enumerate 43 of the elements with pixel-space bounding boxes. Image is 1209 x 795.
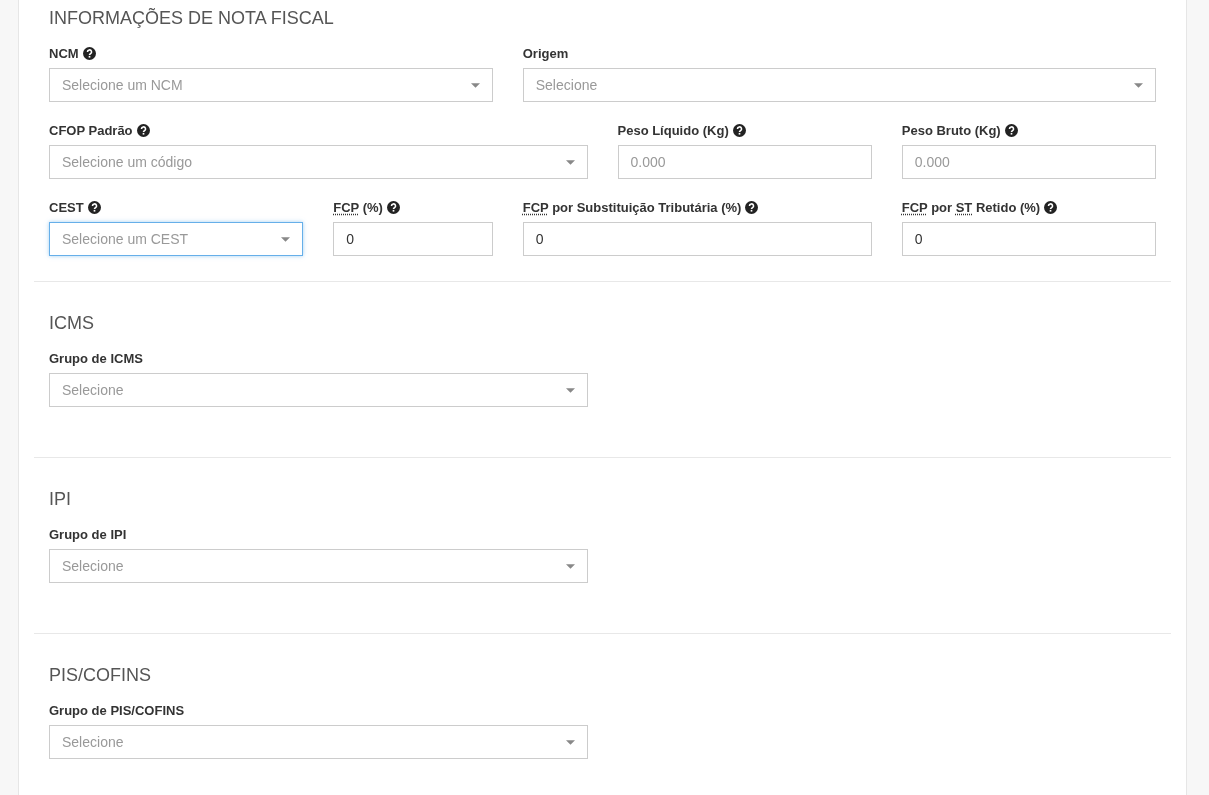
section-title: IPI [49, 488, 72, 511]
input-field[interactable]: 0 [522, 222, 872, 256]
input-field[interactable]: 0.000 [617, 145, 872, 179]
select-field[interactable]: Selecione [49, 549, 588, 583]
input-field[interactable]: 0.000 [901, 145, 1156, 179]
section-title: INFORMAÇÕES DE NOTA FISCAL [49, 7, 335, 30]
select-field[interactable]: Selecione [49, 725, 588, 759]
field-label: CEST [49, 199, 84, 215]
field-label: Peso Líquido (Kg) [617, 122, 729, 138]
help-icon[interactable] [136, 123, 150, 137]
caret-icon [565, 387, 575, 393]
help-icon[interactable] [1004, 123, 1018, 137]
caret-icon [565, 739, 575, 745]
field-label: CFOP Padrão [49, 122, 133, 138]
field-label: Grupo de PIS/COFINS [49, 702, 185, 718]
section-title: ICMS [49, 312, 95, 335]
help-icon[interactable] [732, 123, 746, 137]
select-field[interactable]: Selecione um código [49, 145, 588, 179]
select-field[interactable]: Selecione um CEST [49, 222, 304, 256]
help-icon[interactable] [745, 200, 759, 214]
select-field[interactable]: Selecione um NCM [49, 68, 493, 102]
help-icon[interactable] [386, 200, 400, 214]
input-field[interactable]: 0 [333, 222, 493, 256]
field-label: NCM [49, 45, 79, 61]
field-label: Origem [522, 45, 569, 61]
help-icon[interactable] [1044, 200, 1058, 214]
caret-icon [281, 236, 291, 242]
help-icon[interactable] [87, 200, 101, 214]
caret-icon [565, 159, 575, 165]
field-label: Grupo de IPI [49, 526, 127, 542]
select-field[interactable]: Selecione [49, 373, 588, 407]
field-label: FCP por ST Retido (%) [901, 199, 1041, 215]
field-label: FCP (%) [333, 199, 383, 215]
field-label: Peso Bruto (Kg) [901, 122, 1001, 138]
field-label: Grupo de ICMS [49, 350, 143, 366]
section-title: PIS/COFINS [49, 664, 152, 687]
caret-icon [1134, 82, 1143, 88]
help-icon[interactable] [82, 46, 96, 60]
caret-icon [565, 563, 575, 569]
field-label: FCP por Substituição Tributária (%) [522, 199, 742, 215]
input-field[interactable]: 0 [901, 222, 1156, 256]
select-field[interactable]: Selecione [522, 68, 1156, 102]
caret-icon [470, 82, 480, 88]
